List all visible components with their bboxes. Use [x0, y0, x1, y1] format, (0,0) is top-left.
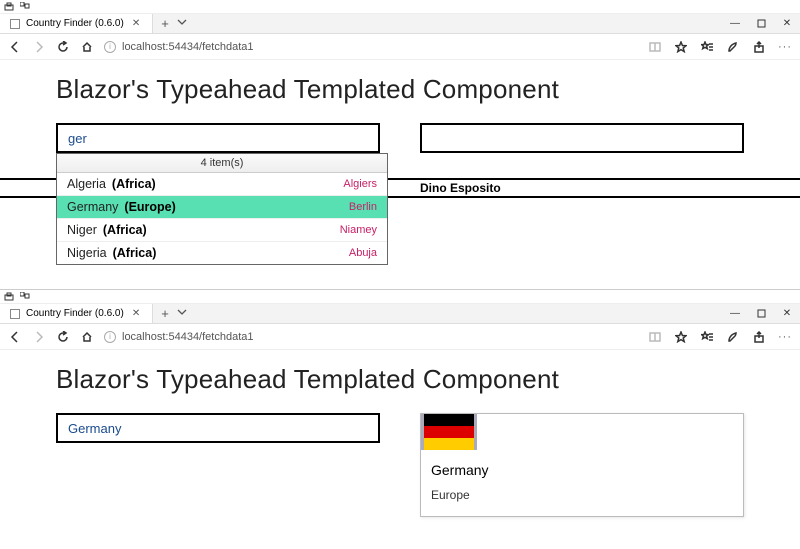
dropdown-item[interactable]: Niger (Africa) Niamey — [57, 219, 387, 242]
address-bar: i localhost:54434/fetchdata1 ··· — [0, 34, 800, 60]
window-close-button[interactable]: ✕ — [774, 14, 800, 33]
item-capital: Berlin — [349, 201, 377, 213]
print-icon[interactable] — [4, 2, 14, 12]
card-continent: Europe — [431, 488, 733, 502]
item-country: Algeria — [67, 177, 106, 191]
reading-view-icon[interactable] — [648, 40, 662, 54]
url-text: localhost:54434/fetchdata1 — [122, 41, 254, 53]
flag-germany-icon — [421, 414, 477, 450]
tab-overflow-icon[interactable] — [177, 307, 187, 320]
item-continent: (Africa) — [113, 246, 157, 260]
tab-bar: Country Finder (0.6.0) ✕ + — ✕ — [0, 304, 800, 324]
item-continent: (Europe) — [124, 200, 175, 214]
window-minimize-button[interactable]: — — [722, 14, 748, 33]
tab-close-button[interactable]: ✕ — [130, 308, 142, 319]
item-country: Germany — [67, 200, 118, 214]
windows-icon[interactable] — [20, 292, 30, 302]
typeahead-input[interactable] — [56, 123, 380, 153]
page-content-top: Blazor's Typeahead Templated Component 4… — [0, 60, 800, 169]
window-minimize-button[interactable]: — — [722, 304, 748, 323]
typeahead-component: 4 item(s) Algeria(Africa)AlgiersGermany(… — [56, 123, 380, 153]
windows-icon[interactable] — [20, 2, 30, 12]
tab-overflow-icon[interactable] — [177, 17, 187, 30]
dropdown-item[interactable]: Germany (Europe) Berlin — [57, 196, 387, 219]
item-capital: Niamey — [340, 224, 377, 236]
item-capital: Algiers — [343, 178, 377, 190]
tab-title: Country Finder (0.6.0) — [26, 18, 124, 29]
site-info-icon[interactable]: i — [104, 331, 116, 343]
author-name: Dino Esposito — [420, 181, 501, 195]
notes-icon[interactable] — [726, 40, 740, 54]
os-titlebar — [0, 290, 800, 304]
notes-icon[interactable] — [726, 330, 740, 344]
tab-close-button[interactable]: ✕ — [130, 18, 142, 29]
new-tab-button[interactable]: + — [161, 306, 169, 321]
window-maximize-button[interactable] — [748, 304, 774, 323]
dropdown-item[interactable]: Nigeria (Africa) Abuja — [57, 242, 387, 264]
favicon-icon — [10, 19, 20, 29]
refresh-button[interactable] — [56, 330, 70, 344]
url-text: localhost:54434/fetchdata1 — [122, 331, 254, 343]
url-field[interactable]: i localhost:54434/fetchdata1 — [104, 41, 638, 53]
item-continent: (Africa) — [103, 223, 147, 237]
card-country-name: Germany — [431, 462, 733, 478]
item-country: Niger — [67, 223, 97, 237]
window-maximize-button[interactable] — [748, 14, 774, 33]
page-heading: Blazor's Typeahead Templated Component — [56, 74, 744, 105]
selection-box-empty[interactable] — [420, 123, 744, 153]
more-menu-button[interactable]: ··· — [778, 41, 792, 53]
browser-window-top: Country Finder (0.6.0) ✕ + — ✕ i localho… — [0, 0, 800, 289]
url-field[interactable]: i localhost:54434/fetchdata1 — [104, 331, 638, 343]
typeahead-component — [56, 413, 380, 443]
favorite-star-icon[interactable] — [674, 40, 688, 54]
dropdown-item[interactable]: Algeria (Africa) Algiers — [57, 173, 387, 196]
browser-tab[interactable]: Country Finder (0.6.0) ✕ — [0, 304, 153, 323]
item-capital: Abuja — [349, 247, 377, 259]
back-button[interactable] — [8, 40, 22, 54]
site-info-icon[interactable]: i — [104, 41, 116, 53]
refresh-button[interactable] — [56, 40, 70, 54]
more-menu-button[interactable]: ··· — [778, 331, 792, 343]
favorites-list-icon[interactable] — [700, 330, 714, 344]
forward-button[interactable] — [32, 330, 46, 344]
dropdown-header: 4 item(s) — [57, 154, 387, 173]
tab-bar: Country Finder (0.6.0) ✕ + — ✕ — [0, 14, 800, 34]
typeahead-input[interactable] — [56, 413, 380, 443]
address-bar: i localhost:54434/fetchdata1 ··· — [0, 324, 800, 350]
share-icon[interactable] — [752, 40, 766, 54]
item-continent: (Africa) — [112, 177, 156, 191]
print-icon[interactable] — [4, 292, 14, 302]
home-button[interactable] — [80, 330, 94, 344]
os-titlebar — [0, 0, 800, 14]
share-icon[interactable] — [752, 330, 766, 344]
reading-view-icon[interactable] — [648, 330, 662, 344]
new-tab-button[interactable]: + — [161, 16, 169, 31]
page-content-bottom: Blazor's Typeahead Templated Component G… — [0, 350, 800, 533]
window-close-button[interactable]: ✕ — [774, 304, 800, 323]
tab-title: Country Finder (0.6.0) — [26, 308, 124, 319]
home-button[interactable] — [80, 40, 94, 54]
favorite-star-icon[interactable] — [674, 330, 688, 344]
favicon-icon — [10, 309, 20, 319]
page-heading: Blazor's Typeahead Templated Component — [56, 364, 744, 395]
item-country: Nigeria — [67, 246, 107, 260]
browser-window-bottom: Country Finder (0.6.0) ✕ + — ✕ i localho… — [0, 289, 800, 533]
country-card: Germany Europe — [420, 413, 744, 517]
back-button[interactable] — [8, 330, 22, 344]
browser-tab[interactable]: Country Finder (0.6.0) ✕ — [0, 14, 153, 33]
forward-button[interactable] — [32, 40, 46, 54]
favorites-list-icon[interactable] — [700, 40, 714, 54]
typeahead-dropdown: 4 item(s) Algeria (Africa) Algiers Germany (… — [56, 153, 388, 265]
